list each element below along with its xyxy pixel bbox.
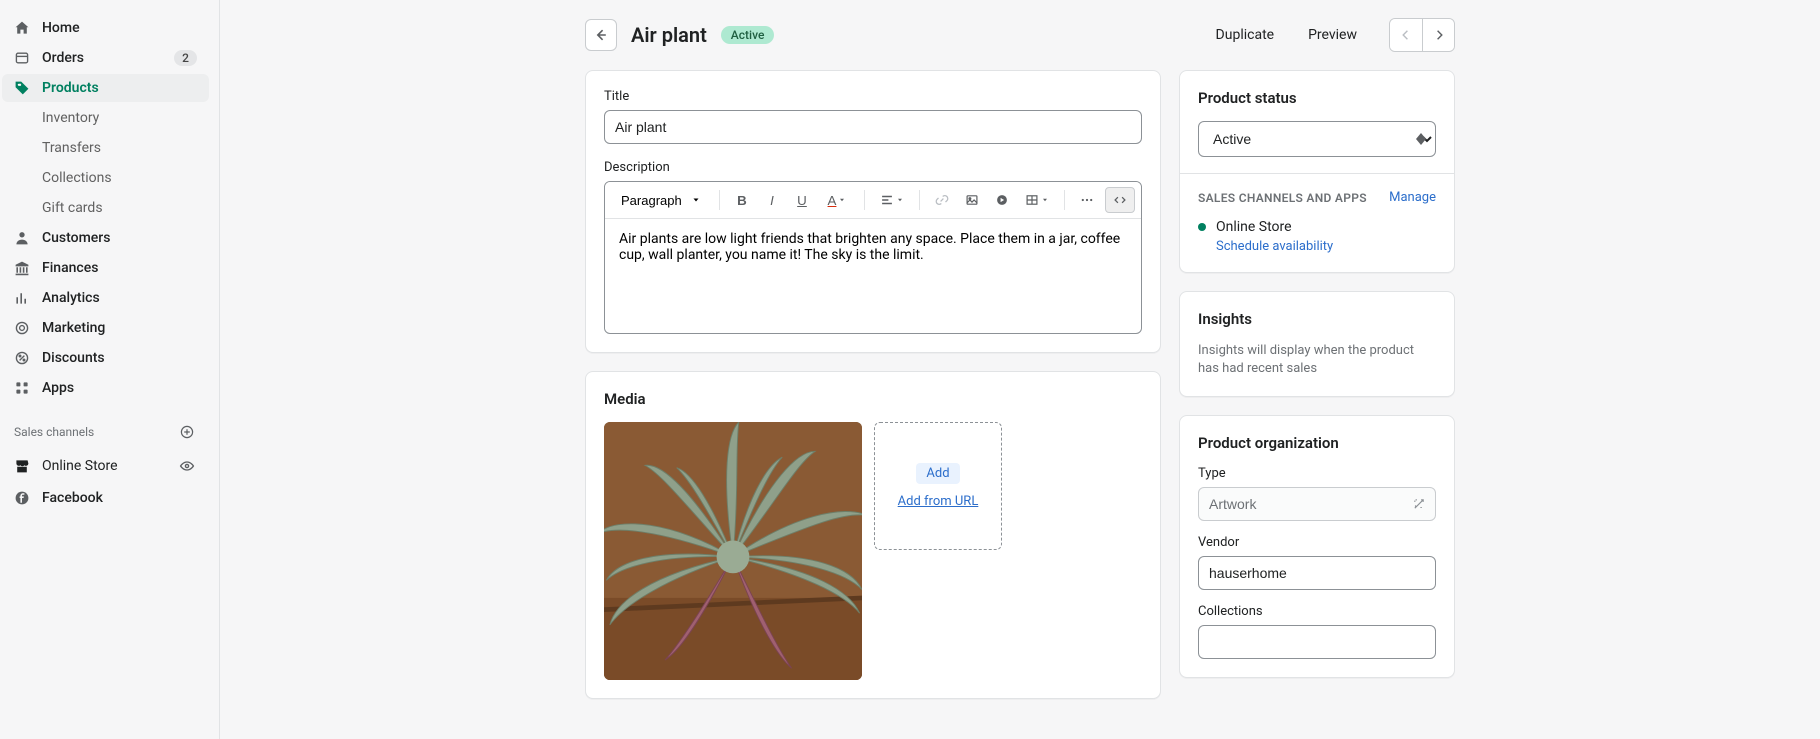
title-description-card: Title Description Paragraph B [585,70,1161,353]
nav-customers[interactable]: Customers [2,224,209,252]
online-store-row: Online Store [1198,219,1436,235]
bold-button[interactable]: B [728,186,756,214]
table-button[interactable] [1018,186,1056,214]
nav-marketing[interactable]: Marketing [2,314,209,342]
add-from-url-link[interactable]: Add from URL [898,494,979,509]
video-button[interactable] [988,186,1016,214]
schedule-availability-link[interactable]: Schedule availability [1216,239,1333,254]
nav-inventory[interactable]: Inventory [2,104,209,132]
facebook-icon [14,490,30,506]
nav-collections[interactable]: Collections [2,164,209,192]
nav-home-label: Home [42,20,80,36]
vendor-label: Vendor [1198,535,1436,550]
rte-toolbar: Paragraph B I U A [605,182,1141,219]
nav-products-label: Products [42,80,99,96]
orders-badge: 2 [174,50,197,66]
tag-icon [14,80,30,96]
nav-orders[interactable]: Orders 2 [2,44,209,72]
type-label: Type [1198,466,1436,481]
nav-gift-cards[interactable]: Gift cards [2,194,209,222]
more-button[interactable] [1073,186,1101,214]
title-input[interactable] [604,110,1142,144]
manage-link[interactable]: Manage [1389,190,1436,205]
nav-transfers[interactable]: Transfers [2,134,209,162]
channel-online-store[interactable]: Online Store [2,450,209,482]
vendor-input[interactable] [1198,556,1436,590]
nav-apps[interactable]: Apps [2,374,209,402]
page-title: Air plant [631,23,707,47]
media-thumbnail[interactable] [604,422,862,680]
nav-analytics[interactable]: Analytics [2,284,209,312]
status-dot-icon [1198,223,1206,231]
nav-products[interactable]: Products [2,74,209,102]
orders-icon [14,50,30,66]
title-label: Title [604,89,1142,104]
page-header: Air plant Active Duplicate Preview [585,12,1455,70]
preview-button[interactable]: Preview [1298,21,1367,49]
link-button [928,186,956,214]
underline-button[interactable]: U [788,186,816,214]
italic-button[interactable]: I [758,186,786,214]
apps-icon [14,380,30,396]
align-button[interactable] [873,186,911,214]
duplicate-button[interactable]: Duplicate [1206,21,1285,49]
image-button[interactable] [958,186,986,214]
add-channel-button[interactable] [177,422,197,442]
pagination [1389,18,1455,52]
add-media-button[interactable]: Add [916,463,959,484]
insights-heading: Insights [1198,310,1436,328]
person-icon [14,230,30,246]
status-badge: Active [721,26,775,44]
org-heading: Product organization [1198,434,1436,452]
plant-image [604,422,862,680]
home-icon [14,20,30,36]
collections-input[interactable] [1198,625,1436,659]
back-button[interactable] [585,19,617,51]
discount-icon [14,350,30,366]
description-input[interactable]: Air plants are low light friends that br… [605,219,1141,329]
insights-card: Insights Insights will display when the … [1179,291,1455,397]
media-card: Media [585,371,1161,699]
description-label: Description [604,160,1142,175]
channel-facebook[interactable]: Facebook [2,484,209,512]
nav-discounts[interactable]: Discounts [2,344,209,372]
select-caret-icon [1416,133,1426,145]
collections-label: Collections [1198,604,1436,619]
rich-text-editor: Paragraph B I U A [604,181,1142,334]
media-dropzone[interactable]: Add Add from URL [874,422,1002,550]
bank-icon [14,260,30,276]
sales-channels-heading: Sales channels [2,404,209,448]
product-status-select[interactable]: Active [1198,121,1436,157]
sidebar: Home Orders 2 Products Inventory Transfe… [0,0,220,739]
paragraph-dropdown[interactable]: Paragraph [611,187,711,214]
sales-channels-heading: SALES CHANNELS AND APPS [1198,191,1367,205]
product-status-card: Product status Active SA [1179,70,1455,273]
analytics-icon [14,290,30,306]
product-organization-card: Product organization Type Vendor [1179,415,1455,678]
store-icon [14,458,30,474]
insights-text: Insights will display when the product h… [1198,342,1436,378]
wand-icon [1412,497,1426,511]
prev-product-button [1390,19,1422,51]
code-view-button[interactable] [1105,187,1135,213]
product-status-heading: Product status [1198,89,1436,107]
nav-home[interactable]: Home [2,14,209,42]
nav-finances[interactable]: Finances [2,254,209,282]
target-icon [14,320,30,336]
type-input[interactable] [1198,487,1436,521]
main: Air plant Active Duplicate Preview [220,0,1820,739]
media-heading: Media [604,390,1142,408]
next-product-button[interactable] [1422,19,1454,51]
nav-orders-label: Orders [42,50,84,66]
view-store-button[interactable] [177,456,197,476]
text-color-button[interactable]: A [818,186,856,214]
